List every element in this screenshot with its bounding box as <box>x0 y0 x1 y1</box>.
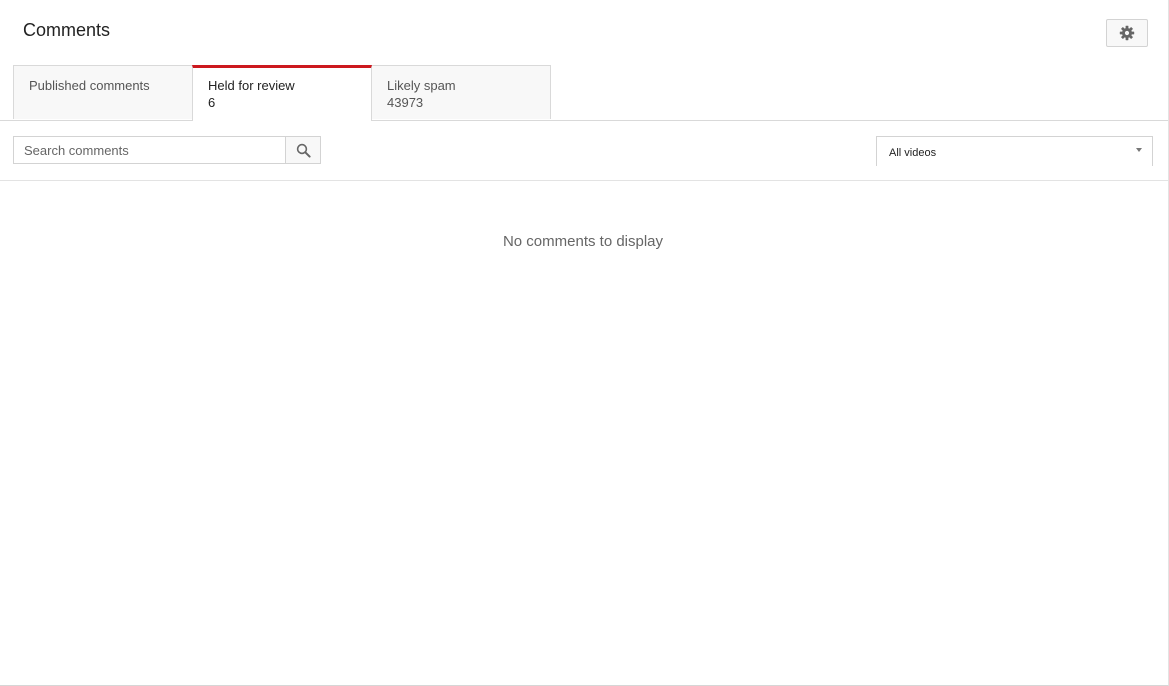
search-icon <box>296 143 311 158</box>
tab-label: Held for review <box>208 78 295 93</box>
search-bar <box>13 136 321 164</box>
search-input[interactable] <box>13 136 285 164</box>
filter-divider <box>0 180 1168 181</box>
tab-held-for-review[interactable]: Held for review 6 <box>192 65 372 121</box>
comment-tabs: Published comments Held for review 6 Lik… <box>13 65 551 121</box>
empty-state-message: No comments to display <box>502 233 664 250</box>
tab-count: 43973 <box>387 95 424 110</box>
search-button[interactable] <box>285 136 321 164</box>
tab-count: 6 <box>208 95 216 110</box>
page-title: Comments <box>23 20 111 40</box>
chevron-down-icon <box>1136 148 1142 152</box>
tabs-divider <box>0 120 1168 121</box>
tab-likely-spam[interactable]: Likely spam 43973 <box>371 65 551 119</box>
tab-label: Published comments <box>29 78 150 93</box>
settings-button[interactable] <box>1106 19 1148 47</box>
gear-icon <box>1119 25 1135 41</box>
tab-label: Likely spam <box>387 78 456 93</box>
tab-published-comments[interactable]: Published comments <box>13 65 193 119</box>
video-filter-value: All videos <box>889 147 937 159</box>
video-filter-select[interactable]: All videos <box>876 136 1153 166</box>
comments-panel: Comments Published comments Held for rev… <box>0 0 1169 686</box>
